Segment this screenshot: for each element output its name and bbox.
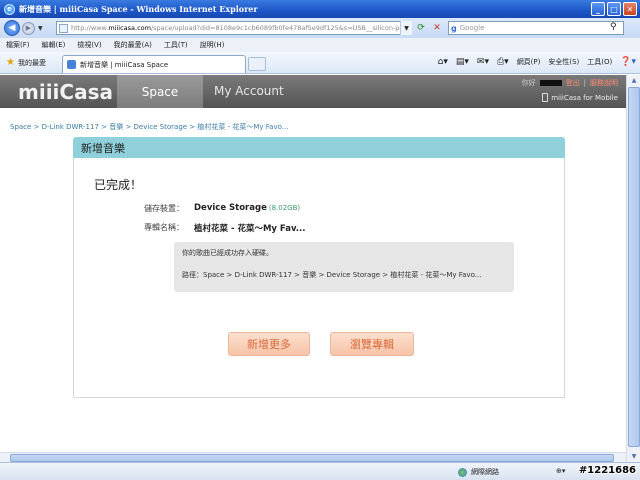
site-header: miiiCasa Space My Account 你好 登出 | 服務說明 m… (0, 75, 626, 108)
nav-space-tab[interactable]: Space (117, 75, 203, 108)
album-value: 植村花菜 - 花菜～My Fav... (194, 224, 306, 234)
scroll-up-icon[interactable]: ▲ (628, 75, 640, 86)
album-label: 專輯名稱： (144, 223, 184, 232)
network-label: 網際網路 (471, 468, 499, 476)
panel-title: 新增音樂 (73, 137, 565, 158)
storage-size: (8.02GB) (268, 204, 301, 212)
window-title-bar: e 新增音樂 | miiiCasa Space - Windows Intern… (0, 0, 640, 18)
refresh-icon[interactable]: ⟳ (414, 21, 428, 35)
nav-my-account-tab[interactable]: My Account (214, 84, 284, 98)
globe-icon (458, 467, 467, 477)
ie-icon: e (4, 3, 15, 15)
greeting: 你好 (521, 79, 536, 87)
home-icon[interactable]: ⌂▾ (438, 57, 448, 67)
address-host: miiicasa.com (108, 24, 151, 32)
address-prefix: http://www. (71, 24, 109, 32)
forward-icon[interactable]: ▶ (22, 21, 35, 35)
history-dropdown-icon[interactable]: ▼ (38, 25, 43, 32)
help-icon[interactable]: ❓▾ (620, 57, 636, 67)
storage-value: Device Storage (8.02GB) (194, 203, 300, 214)
tab-title: 新增音樂 | miiiCasa Space (80, 60, 169, 69)
menu-tools[interactable]: 工具(T) (164, 40, 188, 50)
info-path-text: 路徑：Space > D-Link DWR-117 > 音樂 > Device … (182, 271, 482, 279)
back-icon[interactable]: ◀ (4, 20, 20, 36)
user-bar: 你好 登出 | 服務說明 (522, 78, 618, 88)
menu-edit[interactable]: 編輯(E) (42, 40, 66, 50)
menu-help[interactable]: 說明(H) (200, 40, 225, 50)
menu-file[interactable]: 檔案(F) (6, 40, 30, 50)
done-heading: 已完成！ (94, 178, 143, 192)
stop-icon[interactable]: ✕ (430, 21, 444, 35)
tab-page-icon (67, 60, 76, 69)
address-dropdown-icon[interactable]: ▼ (400, 21, 412, 35)
horizontal-scroll-thumb[interactable] (10, 454, 614, 462)
print-icon[interactable]: ⎙▾ (497, 57, 509, 67)
info-success-text: 你的歌曲已經成功存入硬碟。 (182, 249, 273, 257)
tools-menu[interactable]: 工具(O) (587, 57, 612, 67)
info-box: 你的歌曲已經成功存入硬碟。 路徑：Space > D-Link DWR-117 … (174, 242, 514, 292)
redacted-username (539, 80, 562, 86)
page-menu[interactable]: 網頁(P) (517, 57, 541, 67)
user-bar-separator: | (583, 79, 586, 87)
search-icon[interactable]: ⚲ (610, 22, 617, 32)
vertical-scrollbar[interactable]: ▲ ▼ (626, 75, 640, 462)
storage-label: 儲存裝置： (144, 204, 184, 213)
favorites-label: 我的最愛 (17, 58, 46, 67)
album-row: 專輯名稱： 植村花菜 - 花菜～My Fav... (114, 222, 306, 234)
mail-icon[interactable]: ✉▾ (477, 57, 489, 67)
add-more-button[interactable]: 新增更多 (228, 332, 310, 356)
vertical-scroll-thumb[interactable] (628, 87, 640, 447)
address-bar[interactable]: http://www. miiicasa.com/space/upload?did… (56, 21, 412, 35)
close-button[interactable]: ✕ (623, 2, 637, 16)
help-link[interactable]: 服務說明 (590, 78, 618, 88)
minimize-button[interactable]: _ (591, 2, 605, 16)
page-icon (59, 23, 68, 33)
network-zone: 網際網路 (458, 467, 499, 477)
mobile-link[interactable]: miiiCasa for Mobile (542, 93, 618, 102)
storage-name: Device Storage (194, 203, 267, 213)
star-icon: ★ (6, 57, 15, 68)
menu-view[interactable]: 檢視(V) (77, 40, 101, 50)
safety-menu[interactable]: 安全性(S) (548, 57, 579, 67)
phone-icon (542, 93, 549, 102)
browse-album-button[interactable]: 瀏覽專輯 (330, 332, 414, 356)
storage-row: 儲存裝置： Device Storage (8.02GB) (114, 203, 300, 214)
address-path: /space/upload?did=8108e9c1cb6089fb0fe478… (150, 24, 412, 32)
tab-bar: ★ 我的最愛 新增音樂 | miiiCasa Space ⌂▾ ▤▾ ✉▾ ⎙▾… (0, 52, 640, 74)
site-logo[interactable]: miiiCasa (18, 80, 113, 104)
search-input[interactable]: g Google (448, 21, 624, 35)
scroll-down-icon[interactable]: ▼ (628, 451, 640, 462)
page-content: miiiCasa Space My Account 你好 登出 | 服務說明 m… (0, 75, 626, 462)
upload-result-panel: 已完成！ 儲存裝置： Device Storage (8.02GB) 專輯名稱： … (73, 158, 565, 398)
menu-bar: 檔案(F) 編輯(E) 檢視(V) 我的最愛(A) 工具(T) 說明(H) (0, 38, 640, 52)
breadcrumb[interactable]: Space > D-Link DWR-117 > 音樂 > Device Sto… (10, 122, 288, 132)
search-placeholder: Google (459, 24, 485, 32)
google-icon: g (451, 23, 457, 33)
feeds-icon[interactable]: ▤▾ (456, 57, 469, 67)
zoom-icon[interactable]: ⊕▾ (556, 467, 565, 475)
horizontal-scrollbar[interactable] (0, 452, 626, 462)
tab-current[interactable]: 新增音樂 | miiiCasa Space (62, 55, 246, 73)
window-title: 新增音樂 | miiiCasa Space - Windows Internet… (19, 3, 258, 14)
menu-favorites[interactable]: 我的最愛(A) (114, 40, 152, 50)
logout-link[interactable]: 登出 (566, 78, 580, 88)
mobile-label: miiiCasa for Mobile (551, 93, 618, 102)
command-bar: ⌂▾ ▤▾ ✉▾ ⎙▾ 網頁(P) 安全性(S) 工具(O) ❓▾ (438, 57, 636, 67)
new-tab-button[interactable] (248, 57, 266, 71)
favorites-button[interactable]: ★ 我的最愛 (6, 57, 46, 68)
maximize-button[interactable]: □ (607, 2, 621, 16)
status-bar: 網際網路 ⊕▾ #1221686 (0, 462, 640, 480)
address-toolbar: ◀ ▶ ▼ http://www. miiicasa.com/space/uplo… (0, 18, 640, 38)
watermark: #1221686 (578, 465, 636, 476)
